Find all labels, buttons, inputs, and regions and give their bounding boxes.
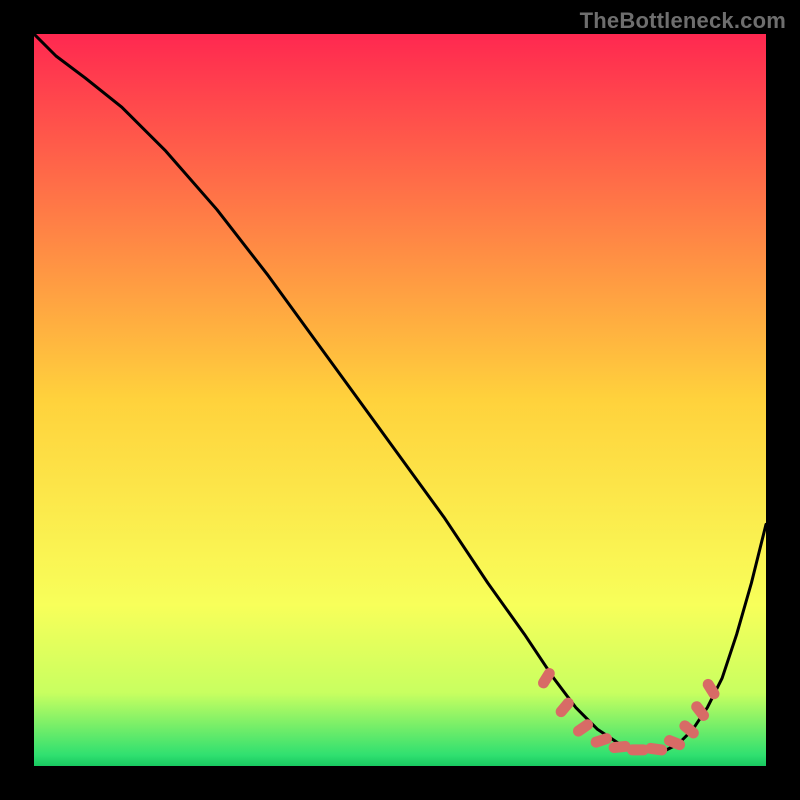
gradient-background: [34, 34, 766, 766]
chart-plot: [34, 34, 766, 766]
chart-frame: TheBottleneck.com: [0, 0, 800, 800]
watermark-text: TheBottleneck.com: [580, 8, 786, 34]
